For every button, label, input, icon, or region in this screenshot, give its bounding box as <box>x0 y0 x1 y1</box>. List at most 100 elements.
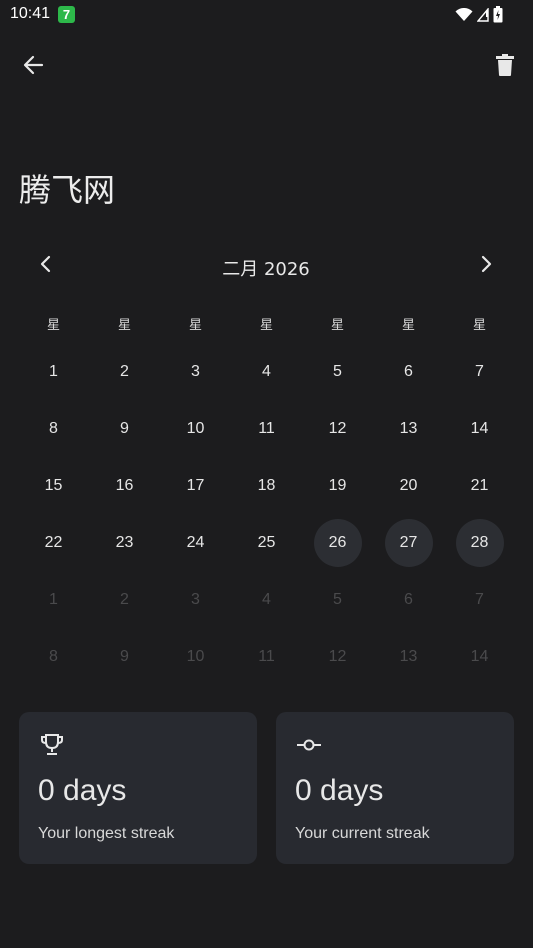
wifi-icon <box>455 7 473 22</box>
calendar-day[interactable]: 8 <box>18 628 89 685</box>
calendar-day[interactable]: 6 <box>373 343 444 400</box>
calendar-day[interactable]: 18 <box>231 457 302 514</box>
calendar-day-label: 12 <box>328 647 347 665</box>
status-icons <box>455 6 503 23</box>
calendar-day[interactable]: 5 <box>302 343 373 400</box>
calendar-day[interactable]: 14 <box>444 400 515 457</box>
calendar-day[interactable]: 5 <box>302 571 373 628</box>
calendar-day[interactable]: 14 <box>444 628 515 685</box>
calendar-day[interactable]: 8 <box>18 400 89 457</box>
calendar-day[interactable]: 3 <box>160 571 231 628</box>
weekday-label: 星 <box>472 318 486 333</box>
calendar-day[interactable]: 12 <box>302 628 373 685</box>
calendar-day-label: 14 <box>470 419 489 437</box>
calendar-day[interactable]: 7 <box>444 571 515 628</box>
weekday-label: 星 <box>401 318 415 333</box>
weekday-label: 星 <box>117 318 131 333</box>
calendar-day[interactable]: 3 <box>160 343 231 400</box>
calendar-day-label: 5 <box>333 590 342 608</box>
calendar-day[interactable]: 9 <box>89 400 160 457</box>
calendar-day[interactable]: 22 <box>18 514 89 571</box>
trophy-icon <box>39 732 65 758</box>
calendar-day-label: 2 <box>120 590 129 608</box>
calendar-day-label: 6 <box>404 590 413 608</box>
calendar-day-label: 20 <box>399 476 418 494</box>
calendar-day-label: 5 <box>333 362 342 380</box>
weekday-label: 星 <box>259 318 273 333</box>
calendar-day[interactable]: 17 <box>160 457 231 514</box>
calendar-day[interactable]: 28 <box>444 514 515 571</box>
notification-badge: 7 <box>58 6 75 23</box>
calendar-day[interactable]: 15 <box>18 457 89 514</box>
calendar-day-label: 10 <box>186 419 205 437</box>
status-time: 10:41 <box>10 5 51 22</box>
previous-month-button[interactable] <box>30 250 62 282</box>
calendar-day[interactable]: 6 <box>373 571 444 628</box>
calendar-day-label: 3 <box>191 362 200 380</box>
next-month-button[interactable] <box>470 250 502 282</box>
calendar-day-label: 18 <box>257 476 276 494</box>
calendar-day[interactable]: 1 <box>18 571 89 628</box>
calendar-day-label: 24 <box>186 533 205 551</box>
battery-icon <box>493 6 503 23</box>
calendar-day[interactable]: 27 <box>373 514 444 571</box>
calendar-day[interactable]: 13 <box>373 628 444 685</box>
weekday-header: 星 星 星 星 星 星 星 <box>18 314 515 333</box>
calendar-day[interactable]: 25 <box>231 514 302 571</box>
calendar-day-label: 16 <box>115 476 134 494</box>
weekday-label: 星 <box>46 318 60 333</box>
calendar-day[interactable]: 10 <box>160 628 231 685</box>
calendar-day[interactable]: 4 <box>231 571 302 628</box>
calendar-day-label: 3 <box>191 590 200 608</box>
trash-icon <box>496 54 514 80</box>
month-label: 二月 2026 <box>222 259 310 280</box>
calendar-day-label: 6 <box>404 362 413 380</box>
calendar-day-label: 15 <box>44 476 63 494</box>
calendar-day-label: 17 <box>186 476 205 494</box>
delete-button[interactable] <box>490 52 520 82</box>
calendar-day[interactable]: 23 <box>89 514 160 571</box>
calendar-day[interactable]: 26 <box>302 514 373 571</box>
calendar-day-label: 8 <box>49 419 58 437</box>
calendar-day[interactable]: 10 <box>160 400 231 457</box>
calendar-day[interactable]: 13 <box>373 400 444 457</box>
calendar-day-label: 11 <box>258 647 275 665</box>
calendar-day-label: 26 <box>313 518 362 567</box>
calendar-day-label: 9 <box>120 647 129 665</box>
calendar-day[interactable]: 16 <box>89 457 160 514</box>
calendar-day[interactable]: 2 <box>89 571 160 628</box>
habit-detail-screen: 10:41 7 腾飞网 二月 2026 星 星 星 星 星 星 星 1 2 3 … <box>0 0 533 948</box>
calendar-day[interactable]: 24 <box>160 514 231 571</box>
calendar-day[interactable]: 7 <box>444 343 515 400</box>
calendar-day-label: 21 <box>470 476 489 494</box>
calendar-day-label: 7 <box>475 362 484 380</box>
calendar-day-label: 27 <box>384 518 433 567</box>
commit-icon <box>296 732 322 758</box>
calendar-day-label: 28 <box>455 518 504 567</box>
calendar-day[interactable]: 20 <box>373 457 444 514</box>
status-bar: 10:41 7 <box>0 0 533 30</box>
calendar-day-label: 1 <box>49 590 58 608</box>
calendar-day[interactable]: 12 <box>302 400 373 457</box>
calendar-grid: 1 2 3 4 5 6 7 8 9 10 11 12 13 14 15 16 17 18 19 20 21 22 23 24 2… <box>18 343 515 685</box>
back-button[interactable] <box>18 52 48 82</box>
weekday-label: 星 <box>188 318 202 333</box>
calendar-day-label: 10 <box>186 647 205 665</box>
chevron-left-icon <box>39 255 53 277</box>
calendar-day[interactable]: 21 <box>444 457 515 514</box>
calendar-day[interactable]: 4 <box>231 343 302 400</box>
calendar-day-label: 7 <box>475 590 484 608</box>
calendar-day-label: 13 <box>399 647 418 665</box>
current-streak-card: 0 days Your current streak <box>276 712 514 864</box>
calendar-day[interactable]: 1 <box>18 343 89 400</box>
calendar-day[interactable]: 11 <box>231 400 302 457</box>
calendar-day[interactable]: 19 <box>302 457 373 514</box>
calendar-day[interactable]: 2 <box>89 343 160 400</box>
calendar-day-label: 22 <box>44 533 63 551</box>
longest-streak-value: 0 days <box>38 774 127 807</box>
current-streak-value: 0 days <box>295 774 384 807</box>
calendar-day[interactable]: 9 <box>89 628 160 685</box>
calendar-day[interactable]: 11 <box>231 628 302 685</box>
chevron-right-icon <box>479 255 493 277</box>
current-streak-label: Your current streak <box>295 825 430 842</box>
